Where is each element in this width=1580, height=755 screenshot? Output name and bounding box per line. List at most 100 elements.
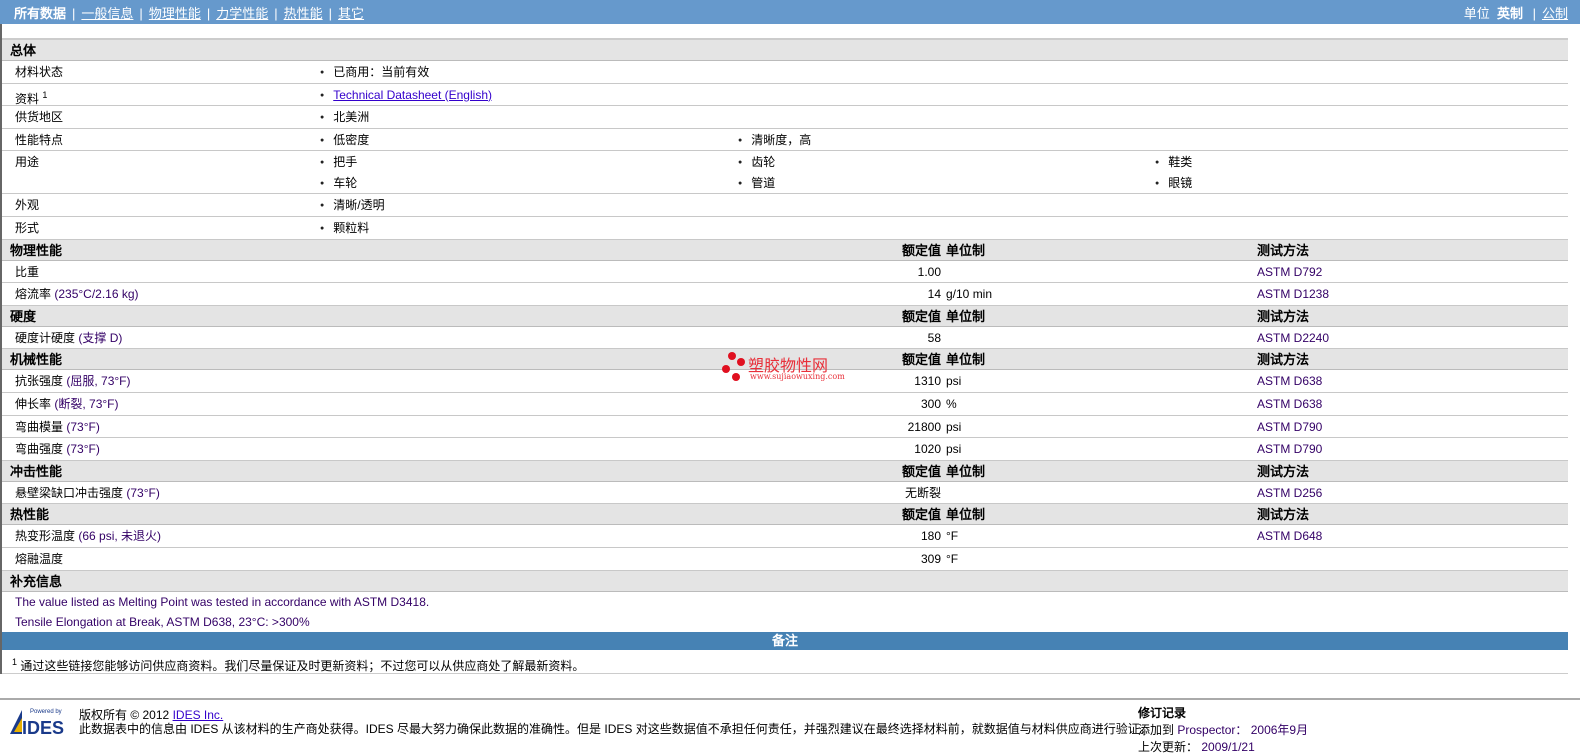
section-header: 硬度 额定值 单位制 测试方法 xyxy=(2,305,1568,327)
unit-metric-link[interactable]: 公制 xyxy=(1542,6,1568,21)
general-row: 形式 颗粒料 xyxy=(2,217,1568,240)
updated-date: 2009/1/21 xyxy=(1201,740,1255,754)
tab-separator: | xyxy=(72,5,76,21)
test-method-header: 测试方法 xyxy=(1257,308,1310,324)
ides-logo: Powered by IDES xyxy=(10,709,64,736)
revision-title: 修订记录 xyxy=(1138,706,1187,720)
tab-3[interactable]: 力学性能 xyxy=(216,6,268,21)
general-row: 供货地区 北美洲 xyxy=(2,106,1568,129)
row-label: 性能特点 xyxy=(15,129,63,151)
footnote: 1 通过这些链接您能够访问供应商资料。我们尽量保证及时更新资料；不过您可以从供应… xyxy=(2,650,1568,674)
property-value: 180 xyxy=(920,529,941,544)
test-method-header: 测试方法 xyxy=(1257,463,1310,479)
test-method-header: 测试方法 xyxy=(1257,242,1310,258)
label-text: 用途 xyxy=(15,155,40,170)
property-unit: °F xyxy=(946,551,959,566)
property-unit: psi xyxy=(946,419,962,434)
row-label: 外观 xyxy=(15,194,39,216)
bullet-item: 北美洲 xyxy=(320,106,369,129)
label-text: 性能特点 xyxy=(15,132,64,147)
datasheet-link[interactable]: Technical Datasheet (English) xyxy=(333,88,492,102)
property-unit: g/10 min xyxy=(946,287,993,302)
row-label: 供货地区 xyxy=(15,106,63,128)
label-text: 供货地区 xyxy=(15,110,64,125)
property-row: 弯曲强度 (73°F) 1020 psi ASTM D790 xyxy=(2,438,1568,461)
bullet-item: 车轮 xyxy=(320,172,357,195)
property-value: 309 xyxy=(920,551,941,566)
bullet-item: 低密度 xyxy=(320,129,369,152)
unit-imperial-active: 英制 xyxy=(1496,5,1523,21)
value-header: 额定值 xyxy=(901,308,941,324)
test-method: ASTM D638 xyxy=(1257,396,1323,411)
property-label: 抗张强度 (屈服, 73°F) xyxy=(15,370,131,392)
property-condition: (屈服, 73°F) xyxy=(66,374,131,389)
property-name: 热变形温度 xyxy=(15,529,76,544)
property-value: 无断裂 xyxy=(904,485,941,500)
property-name: 比重 xyxy=(15,264,40,279)
property-name: 弯曲强度 xyxy=(15,442,64,457)
test-method: ASTM D1238 xyxy=(1257,287,1330,302)
unit-switcher: 单位 英制 | 公制 xyxy=(1463,5,1568,21)
tab-2[interactable]: 物理性能 xyxy=(149,6,201,21)
tab-4[interactable]: 热性能 xyxy=(284,6,323,21)
tab-list: 所有数据 | 一般信息 | 物理性能 | 力学性能 | 热性能 | 其它 xyxy=(14,3,364,22)
property-row: 伸长率 (断裂, 73°F) 300% ASTM D638 xyxy=(2,393,1568,416)
tab-1[interactable]: 一般信息 xyxy=(81,6,133,21)
section-title: 热性能 xyxy=(10,507,50,523)
footer: Powered by IDES 版权所有 © 2012 IDES Inc. 此数… xyxy=(0,698,1580,754)
section-title: 总体 xyxy=(10,43,37,58)
test-method: ASTM D256 xyxy=(1257,485,1323,500)
general-row: 资料 1 Technical Datasheet (English) xyxy=(2,84,1568,107)
section-title: 硬度 xyxy=(10,308,37,324)
updated-label: 上次更新： xyxy=(1138,740,1199,754)
property-label: 熔融温度 xyxy=(15,548,63,570)
property-condition: (73°F) xyxy=(66,419,100,434)
value-header: 额定值 xyxy=(901,463,941,479)
tab-5[interactable]: 其它 xyxy=(338,6,364,21)
section-header: 热性能 额定值 单位制 测试方法 xyxy=(2,504,1568,526)
footnote-text: 通过这些链接您能够访问供应商资料。我们尽量保证及时更新资料；不过您可以从供应商处… xyxy=(20,658,585,673)
property-label: 熔流率 (235°C/2.16 kg) xyxy=(15,283,139,305)
property-row: 热变形温度 (66 psi, 未退火) 180 °F ASTM D648 xyxy=(2,525,1568,548)
bullet-item: 把手 xyxy=(320,151,357,174)
property-row: 硬度计硬度 (支撑 D) 58 ASTM D2240 xyxy=(2,327,1568,350)
footnote-ref: 1 xyxy=(42,89,48,100)
added-label: 添加到 xyxy=(1138,723,1175,737)
tab-separator: | xyxy=(206,5,211,21)
property-unit: % xyxy=(946,396,957,411)
top-nav-bar: 所有数据 | 一般信息 | 物理性能 | 力学性能 | 热性能 | 其它 单位 英制 | 公制 xyxy=(0,0,1580,24)
bullet-item: 已商用：当前有效 xyxy=(320,61,429,84)
revision-history: 修订记录 添加到 Prospector： 2006年9月 上次更新： 2009/… xyxy=(1138,704,1308,755)
section-general: 总体 xyxy=(2,40,1568,61)
added-app: Prospector： xyxy=(1177,723,1248,737)
tab-separator: | xyxy=(328,5,333,21)
property-value: 14 xyxy=(927,287,941,302)
test-method: ASTM D792 xyxy=(1257,264,1323,279)
test-method: ASTM D638 xyxy=(1257,374,1323,389)
bullet-item: 齿轮 xyxy=(738,151,775,174)
property-condition: (235°C/2.16 kg) xyxy=(54,287,139,302)
tab-separator: | xyxy=(139,5,143,21)
footnote-number: 1 xyxy=(12,656,18,667)
added-date: 2006年9月 xyxy=(1250,723,1309,737)
property-unit: psi xyxy=(946,442,962,457)
property-name: 悬壁梁缺口冲击强度 xyxy=(15,485,124,500)
section-header: 物理性能 额定值 单位制 测试方法 xyxy=(2,239,1568,261)
property-name: 硬度计硬度 xyxy=(15,330,76,345)
units-label: 单位 xyxy=(1463,5,1490,21)
property-name: 抗张强度 xyxy=(15,374,64,389)
test-method: ASTM D648 xyxy=(1257,529,1323,544)
value-header: 额定值 xyxy=(901,242,941,258)
supplement-note: Tensile Elongation at Break, ASTM D638, … xyxy=(15,614,310,629)
value-header: 额定值 xyxy=(901,507,941,523)
bullet-item: 眼镜 xyxy=(1155,172,1192,195)
disclaimer: 此数据表中的信息由 IDES 从该材料的生产商处获得。IDES 尽最大努力确保此… xyxy=(79,722,1152,736)
property-label: 热变形温度 (66 psi, 未退火) xyxy=(15,525,161,547)
row-label: 用途 xyxy=(15,151,39,173)
property-condition: (73°F) xyxy=(66,442,100,457)
datasheet: 总体材料状态 已商用：当前有效资料 1 Technical Datasheet (E… xyxy=(0,24,1568,674)
section-title: 冲击性能 xyxy=(10,463,63,479)
property-value: 21800 xyxy=(907,419,941,434)
remarks-header: 备注 xyxy=(2,631,1568,650)
property-row: 熔流率 (235°C/2.16 kg) 14 g/10 min ASTM D1238 xyxy=(2,283,1568,306)
